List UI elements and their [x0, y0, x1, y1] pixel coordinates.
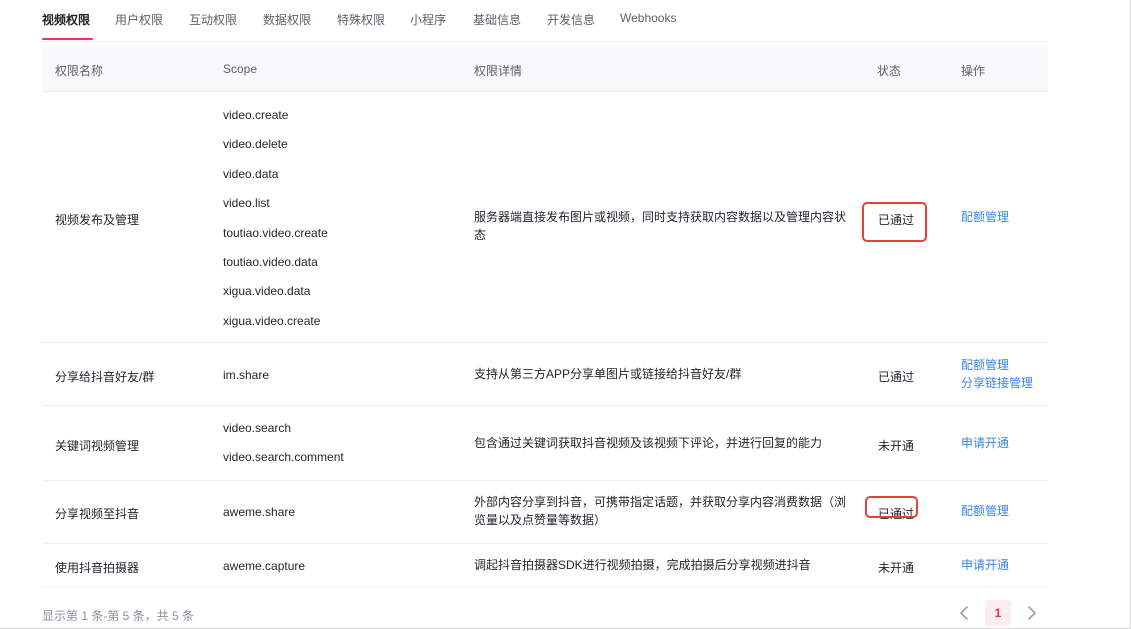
scope-item: video.delete: [223, 137, 288, 152]
header-action: 操作: [961, 64, 986, 78]
status-highlight-box: [865, 496, 918, 518]
action-cell: 申请开通: [961, 434, 1009, 452]
permission-name: 分享给抖音好友/群: [55, 370, 155, 384]
scope-item: toutiao.video.data: [223, 254, 318, 269]
page-number-button[interactable]: 1: [985, 600, 1011, 626]
status-highlight-box: [862, 202, 927, 242]
scope-item: toutiao.video.create: [223, 225, 328, 240]
share-link-management-link[interactable]: 分享链接管理: [961, 374, 1033, 392]
permission-name: 视频发布及管理: [55, 213, 140, 227]
quota-management-link[interactable]: 配额管理: [961, 502, 1009, 520]
header-scope: Scope: [223, 62, 258, 76]
apply-activation-link[interactable]: 申请开通: [961, 556, 1009, 574]
permission-name: 分享视频至抖音: [55, 507, 140, 521]
permission-name: 使用抖音拍摄器: [55, 561, 140, 575]
permission-detail: 支持从第三方APP分享单图片或链接给抖音好友/群: [474, 367, 742, 381]
scope-item: aweme.capture: [223, 559, 306, 573]
scope-item: im.share: [223, 368, 270, 382]
header-permission-detail: 权限详情: [474, 64, 523, 78]
table-row: 分享给抖音好友/群 im.share 支持从第三方APP分享单图片或链接给抖音好…: [42, 343, 1048, 406]
status-badge: 未开通: [878, 561, 915, 575]
header-permission-name: 权限名称: [55, 64, 104, 78]
scope-item: video.search.comment: [223, 450, 344, 465]
scope-item: video.data: [223, 166, 279, 181]
scope-item: video.create: [223, 108, 289, 122]
tab-dev-info[interactable]: 开发信息: [547, 11, 595, 28]
scope-item: xigua.video.create: [223, 313, 321, 328]
permissions-table: 权限名称 Scope 权限详情 状态 操作 视频发布及管理 video.crea…: [42, 46, 1048, 588]
scope-item: video.list: [223, 196, 270, 211]
permission-detail: 调起抖音拍摄器SDK进行视频拍摄，完成拍摄后分享视频进抖音: [474, 558, 811, 572]
tab-basic-info[interactable]: 基础信息: [473, 11, 521, 28]
table-header: 权限名称 Scope 权限详情 状态 操作: [42, 46, 1048, 92]
permission-detail: 包含通过关键词获取抖音视频及该视频下评论，并进行回复的能力: [474, 436, 823, 450]
chevron-right-icon[interactable]: [1021, 602, 1041, 624]
tab-data-permissions[interactable]: 数据权限: [263, 11, 311, 28]
quota-management-link[interactable]: 配额管理: [961, 208, 1009, 226]
tab-user-permissions[interactable]: 用户权限: [115, 11, 163, 28]
permission-tabs: 视频权限 用户权限 互动权限 数据权限 特殊权限 小程序 基础信息 开发信息 W…: [42, 0, 1048, 42]
scope-item: xigua.video.data: [223, 284, 311, 299]
tab-mini-program[interactable]: 小程序: [410, 11, 446, 28]
quota-management-link[interactable]: 配额管理: [961, 356, 1033, 374]
status-badge: 未开通: [878, 439, 915, 453]
chevron-left-icon[interactable]: [955, 602, 975, 624]
scope-list: video.search video.search.comment: [223, 422, 344, 481]
header-status: 状态: [877, 64, 902, 78]
tab-special-permissions[interactable]: 特殊权限: [337, 11, 385, 28]
action-cell: 配额管理: [961, 502, 1009, 520]
active-tab-indicator: [42, 38, 93, 40]
tab-interaction-permissions[interactable]: 互动权限: [189, 11, 237, 28]
table-row: 关键词视频管理 video.search video.search.commen…: [42, 406, 1048, 481]
scope-list: video.create video.delete video.data vid…: [223, 109, 328, 344]
permission-name: 关键词视频管理: [55, 439, 140, 453]
apply-activation-link[interactable]: 申请开通: [961, 434, 1009, 452]
permission-detail: 服务器端直接发布图片或视频，同时支持获取内容数据以及管理内容状态: [474, 210, 847, 242]
tab-webhooks[interactable]: Webhooks: [620, 11, 676, 25]
tab-video-permissions[interactable]: 视频权限: [42, 11, 90, 28]
scope-item: aweme.share: [223, 505, 296, 519]
permission-detail: 外部内容分享到抖音，可携带指定话题，并获取分享内容消费数据（浏览量以及点赞量等数…: [474, 495, 847, 527]
action-cell: 配额管理 分享链接管理: [961, 356, 1033, 392]
table-row: 使用抖音拍摄器 aweme.capture 调起抖音拍摄器SDK进行视频拍摄，完…: [42, 544, 1048, 588]
pagination-summary: 显示第 1 条-第 5 条，共 5 条: [42, 609, 195, 623]
status-badge: 已通过: [878, 370, 915, 384]
action-cell: 配额管理: [961, 208, 1009, 226]
action-cell: 申请开通: [961, 556, 1009, 574]
scope-item: video.search: [223, 421, 292, 435]
